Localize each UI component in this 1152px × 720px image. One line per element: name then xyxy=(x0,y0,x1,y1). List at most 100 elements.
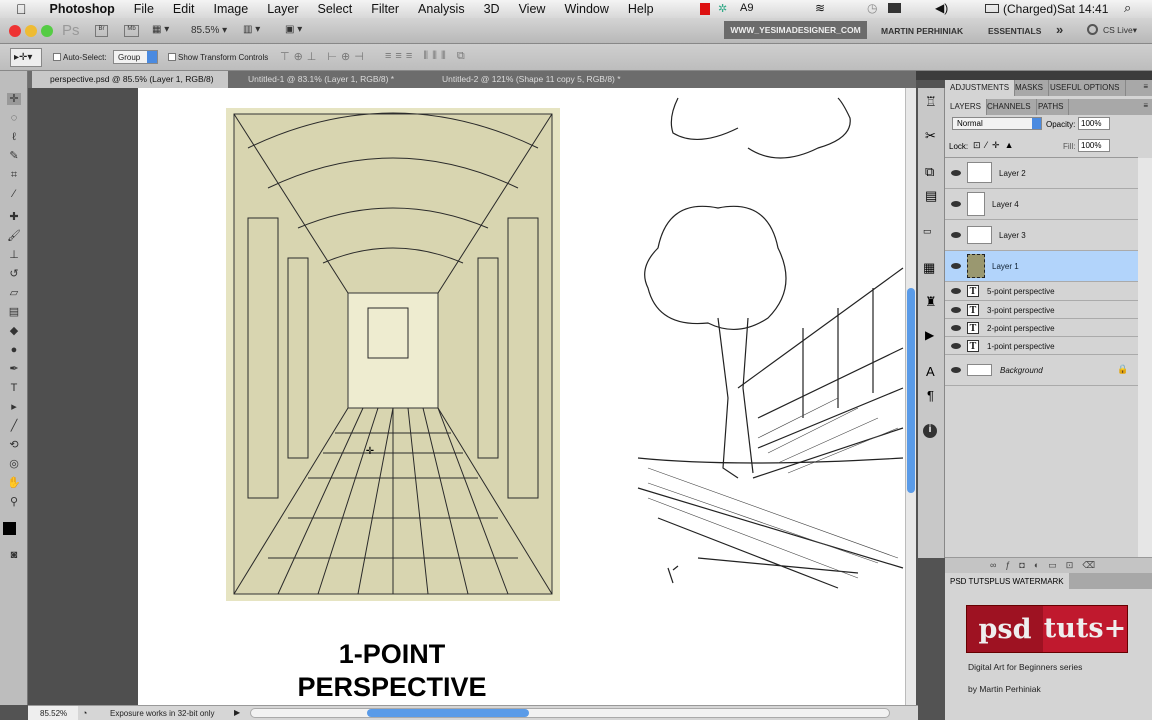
vertical-scroll-thumb[interactable] xyxy=(907,288,915,493)
layer-row[interactable]: T 5-point perspective xyxy=(945,282,1138,301)
volume-icon[interactable]: ◀) xyxy=(935,1,948,15)
arrange-documents-dropdown[interactable]: ▥ ▾ xyxy=(243,24,260,35)
layer-row[interactable]: Background 🔒 xyxy=(945,355,1138,386)
marquee-tool-icon[interactable]: ◌ xyxy=(7,112,21,124)
minimize-window-button[interactable] xyxy=(25,25,37,37)
tab-watermark[interactable]: PSD TUTSPLUS WATERMARK xyxy=(945,573,1069,589)
3d-orbit-tool-icon[interactable]: ◎ xyxy=(7,458,21,470)
time-machine-icon[interactable]: ◷ xyxy=(867,1,877,15)
layer-row-selected[interactable]: Layer 1 xyxy=(945,251,1138,282)
3d-rotate-tool-icon[interactable]: ⟲ xyxy=(7,439,21,451)
lasso-tool-icon[interactable]: ℓ xyxy=(7,131,21,143)
apple-icon[interactable]:  xyxy=(16,1,27,17)
menu-image[interactable]: Image xyxy=(213,2,248,16)
zoom-level-dropdown[interactable]: 85.5% ▾ xyxy=(191,25,227,36)
tool-preset-picker[interactable]: ▸✛▾ xyxy=(10,48,42,67)
cs-live-button[interactable]: CS Live▾ xyxy=(1103,25,1137,36)
menu-app[interactable]: Photoshop xyxy=(50,2,115,16)
status-icon[interactable]: ◔ xyxy=(82,708,87,718)
clone-source-icon[interactable]: ✂ xyxy=(925,128,936,144)
tab-untitled-1[interactable]: Untitled-1 @ 83.1% (Layer 1, RGB/8) * xyxy=(230,71,420,88)
path-select-tool-icon[interactable]: ▸ xyxy=(7,401,21,413)
document-canvas[interactable]: ✛ 1-POINT PERSPECTIVE xyxy=(138,88,905,705)
gradient-tool-icon[interactable]: ▤ xyxy=(7,306,21,318)
auto-select-checkbox[interactable] xyxy=(53,53,61,61)
layers-panel-menu-icon[interactable]: ≡ xyxy=(1143,101,1148,110)
menu-window[interactable]: Window xyxy=(564,2,608,16)
menu-file[interactable]: File xyxy=(134,2,154,16)
workspace-martin-perhiniak[interactable]: MARTIN PERHINIAK xyxy=(881,26,963,36)
pen-tool-icon[interactable]: ✒ xyxy=(7,363,21,375)
tab-adjustments[interactable]: ADJUSTMENTS xyxy=(945,80,1016,96)
quick-select-tool-icon[interactable]: ✎ xyxy=(7,150,21,162)
status-menu-arrow[interactable]: ▶ xyxy=(234,708,240,717)
shape-tool-icon[interactable]: ╱ xyxy=(7,420,21,432)
screen-mode-dropdown[interactable]: ▣ ▾ xyxy=(285,24,302,35)
dodge-tool-icon[interactable]: ● xyxy=(7,344,21,356)
styles-icon[interactable]: ♜ xyxy=(925,294,937,310)
paragraph-icon[interactable]: ¶ xyxy=(927,388,934,403)
info-icon[interactable]: i xyxy=(923,424,937,438)
display-icon[interactable] xyxy=(888,3,901,13)
status-icon[interactable] xyxy=(700,3,710,15)
move-tool-icon[interactable]: ✛ xyxy=(7,93,21,105)
panel-menu-icon[interactable]: ≡ xyxy=(1143,82,1148,91)
visibility-eye-icon[interactable] xyxy=(951,288,961,294)
more-workspaces-button[interactable]: » xyxy=(1056,22,1063,37)
visibility-eye-icon[interactable] xyxy=(951,367,961,373)
layer-row[interactable]: T 3-point perspective xyxy=(945,301,1138,319)
quick-mask-icon[interactable]: ◙ xyxy=(7,549,21,561)
horizontal-scrollbar[interactable] xyxy=(250,708,890,718)
timeline-icon[interactable]: ▶ xyxy=(925,328,934,342)
menu-3d[interactable]: 3D xyxy=(484,2,500,16)
visibility-eye-icon[interactable] xyxy=(951,263,961,269)
zoom-window-button[interactable] xyxy=(41,25,53,37)
tab-untitled-2[interactable]: Untitled-2 @ 121% (Shape 11 copy 5, RGB/… xyxy=(424,71,654,88)
menu-filter[interactable]: Filter xyxy=(371,2,399,16)
navigator-icon[interactable]: ▦ xyxy=(923,260,935,276)
blur-tool-icon[interactable]: ◆ xyxy=(7,325,21,337)
clock[interactable]: Sat 14:41 xyxy=(1057,2,1108,16)
layer-row[interactable]: Layer 4 xyxy=(945,189,1138,220)
mini-bridge-button[interactable]: Mb xyxy=(124,25,139,37)
battery-icon[interactable] xyxy=(985,4,999,13)
vertical-scrollbar[interactable] xyxy=(905,88,916,705)
tab-layers[interactable]: LAYERS xyxy=(945,99,987,115)
show-transform-checkbox[interactable] xyxy=(168,53,176,61)
layer-row[interactable]: Layer 2 xyxy=(945,158,1138,189)
hand-tool-icon[interactable]: ✋ xyxy=(7,477,21,489)
distribute-buttons[interactable]: ≡≡≡ ⦀⦀⦀ ⧉ xyxy=(385,50,469,63)
align-buttons[interactable]: ⊤⊕⊥ ⊢⊕⊣ xyxy=(280,50,368,63)
visibility-eye-icon[interactable] xyxy=(951,343,961,349)
layer-row[interactable]: T 2-point perspective xyxy=(945,319,1138,337)
menu-layer[interactable]: Layer xyxy=(267,2,298,16)
visibility-eye-icon[interactable] xyxy=(951,232,961,238)
eyedropper-tool-icon[interactable]: ⁄ xyxy=(7,188,21,200)
layer-row[interactable]: T 1-point perspective xyxy=(945,337,1138,355)
tab-masks[interactable]: MASKS xyxy=(1010,80,1050,96)
history-brush-tool-icon[interactable]: ↺ xyxy=(7,268,21,280)
adobe-updates-icon[interactable]: A9 xyxy=(740,2,753,14)
menu-help[interactable]: Help xyxy=(628,2,654,16)
tab-useful-options[interactable]: USEFUL OPTIONS xyxy=(1045,80,1126,96)
opacity-input[interactable]: 100% xyxy=(1078,117,1110,130)
crop-tool-icon[interactable]: ⌗ xyxy=(7,169,21,181)
foreground-color-swatch[interactable] xyxy=(3,522,16,535)
history-icon[interactable]: ▤ xyxy=(925,188,937,204)
wifi-icon[interactable]: ≋ xyxy=(815,1,825,15)
close-window-button[interactable] xyxy=(9,25,21,37)
clone-stamp-tool-icon[interactable]: ⊥ xyxy=(7,249,21,261)
visibility-eye-icon[interactable] xyxy=(951,325,961,331)
spotlight-icon[interactable]: ⌕ xyxy=(1124,0,1131,16)
menu-select[interactable]: Select xyxy=(318,2,353,16)
blend-mode-dropdown[interactable]: Normal xyxy=(952,117,1042,130)
zoom-tool-icon[interactable]: ⚲ xyxy=(7,496,21,508)
menu-analysis[interactable]: Analysis xyxy=(418,2,465,16)
tab-channels[interactable]: CHANNELS xyxy=(982,99,1037,115)
horizontal-scroll-thumb[interactable] xyxy=(367,709,529,717)
tab-paths[interactable]: PATHS xyxy=(1033,99,1070,115)
bridge-button[interactable]: Br xyxy=(95,25,108,37)
zoom-readout[interactable]: 85.52% xyxy=(28,706,78,720)
layer-row[interactable]: Layer 3 xyxy=(945,220,1138,251)
type-tool-icon[interactable]: T xyxy=(7,382,21,394)
